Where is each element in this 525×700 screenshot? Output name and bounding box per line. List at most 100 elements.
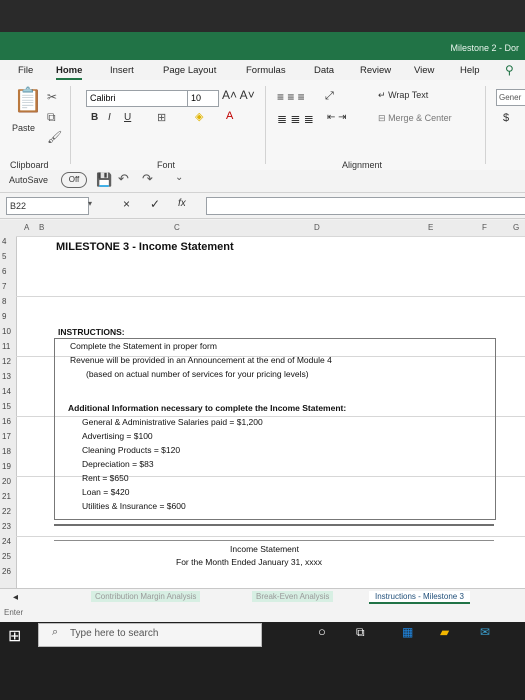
row-header[interactable]: 11	[2, 342, 10, 351]
fx-icon[interactable]: fx	[178, 198, 186, 209]
wrap-text-button[interactable]: ↵ Wrap Text	[378, 90, 428, 101]
tab-review[interactable]: Review	[360, 65, 391, 76]
row-header[interactable]: 7	[2, 282, 6, 291]
title-bar: Milestone 2 - Dor	[0, 32, 525, 60]
row-header[interactable]: 12	[2, 357, 11, 366]
row-header[interactable]: 25	[2, 552, 11, 561]
row-header[interactable]: 4	[2, 237, 6, 246]
row-header[interactable]: 26	[2, 567, 11, 576]
name-box-dropdown-icon[interactable]: ▾	[88, 199, 92, 208]
number-format-box[interactable]: Gener	[496, 89, 525, 106]
italic-icon[interactable]: I	[108, 112, 111, 123]
enter-icon[interactable]: ✓	[150, 197, 160, 211]
row-header[interactable]: 22	[2, 507, 11, 516]
paste-icon[interactable]: 📋	[13, 86, 43, 115]
row-header[interactable]: 14	[2, 387, 11, 396]
additional-info-header: Additional Information necessary to comp…	[68, 403, 347, 413]
cortana-icon[interactable]: ○	[318, 624, 326, 639]
file-explorer-icon[interactable]: ▰	[440, 625, 449, 639]
sheet-tabs-bar: ◂ Contribution Margin Analysis Break-Eve…	[0, 588, 525, 607]
windows-start-icon[interactable]: ⊞	[8, 626, 21, 646]
grow-font-icon[interactable]: A˄ A˅	[222, 88, 255, 102]
statement-title: Income Statement	[230, 544, 299, 554]
copy-icon[interactable]: ⧉	[47, 110, 56, 125]
currency-icon[interactable]: $	[503, 112, 509, 124]
instructions-line: Revenue will be provided in an Announcem…	[70, 355, 332, 365]
row-header[interactable]: 18	[2, 447, 11, 456]
row-header[interactable]: 5	[2, 252, 6, 261]
font-size-box[interactable]: 10	[187, 90, 219, 107]
autosave-toggle[interactable]: Off	[61, 172, 87, 188]
ribbon: 📋 Paste ✂ ⧉ 🖌 Calibri 10 A˄ A˅ B I U ⊞ ◈…	[0, 80, 525, 171]
row-header[interactable]: 9	[2, 312, 6, 321]
column-header[interactable]: E	[428, 223, 433, 232]
instructions-header: INSTRUCTIONS:	[58, 327, 125, 337]
font-name-box[interactable]: Calibri	[86, 90, 189, 107]
tab-file[interactable]: File	[18, 65, 33, 76]
customize-toolbar-icon[interactable]: ⌄	[175, 172, 183, 183]
lightbulb-icon[interactable]: ⚲	[505, 63, 514, 77]
row-header[interactable]: 16	[2, 417, 11, 426]
row-header[interactable]: 15	[2, 402, 11, 411]
tab-formulas[interactable]: Formulas	[246, 65, 286, 76]
row-header[interactable]: 23	[2, 522, 11, 531]
formula-input[interactable]	[206, 197, 525, 215]
column-header[interactable]: F	[482, 223, 487, 232]
row-header[interactable]: 13	[2, 372, 11, 381]
column-header[interactable]: C	[174, 223, 180, 232]
merge-center-button[interactable]: ⊟ Merge & Center	[378, 113, 452, 124]
indent-icon[interactable]: ⇤ ⇥	[327, 112, 347, 123]
redo-icon[interactable]: ↷	[142, 171, 153, 187]
row-header[interactable]: 19	[2, 462, 11, 471]
row-header[interactable]: 20	[2, 477, 11, 486]
active-sheet-tab[interactable]: Instructions - Milestone 3	[369, 591, 470, 604]
orientation-icon[interactable]: ⤢	[325, 90, 334, 103]
expense-item: Utilities & Insurance = $600	[82, 501, 186, 511]
column-header[interactable]: A	[24, 223, 29, 232]
paste-label: Paste	[12, 123, 36, 133]
row-header[interactable]: 10	[2, 327, 11, 336]
bold-icon[interactable]: B	[91, 112, 98, 123]
window-title: Milestone 2 - Dor	[450, 43, 519, 53]
undo-icon[interactable]: ↶	[118, 171, 129, 187]
sheet-tab[interactable]: Contribution Margin Analysis	[91, 591, 201, 602]
taskbar: ⊞ ⌕ Type here to search ○ ⧉ ▦ ▰ ✉	[0, 622, 525, 700]
cut-icon[interactable]: ✂	[47, 90, 57, 104]
save-icon[interactable]: 💾	[96, 172, 112, 188]
name-box[interactable]: B22	[6, 197, 89, 215]
format-painter-icon[interactable]: 🖌	[47, 130, 62, 144]
align-left-icon[interactable]: ≣ ≣ ≣	[277, 112, 314, 126]
tab-data[interactable]: Data	[314, 65, 334, 76]
font-color-icon[interactable]: A	[226, 110, 233, 122]
sheet-scroll-left-icon[interactable]: ◂	[13, 592, 18, 603]
row-header[interactable]: 17	[2, 432, 11, 441]
cancel-icon[interactable]: ×	[123, 197, 130, 211]
row-header[interactable]: 24	[2, 537, 11, 546]
underline-icon[interactable]: U	[124, 112, 131, 123]
column-header[interactable]: B	[39, 223, 44, 232]
tab-insert[interactable]: Insert	[110, 65, 134, 76]
mail-icon[interactable]: ✉	[480, 625, 490, 639]
task-view-icon[interactable]: ⧉	[356, 625, 365, 640]
align-top-icon[interactable]: ≡ ≡ ≡	[277, 90, 305, 104]
row-header[interactable]: 6	[2, 267, 6, 276]
column-header[interactable]: G	[513, 223, 519, 232]
worksheet-grid[interactable]: A B C D E F G 4 5 6 7 8 9 10 11 12 13 14	[0, 220, 525, 588]
column-header[interactable]: D	[314, 223, 320, 232]
tab-page-layout[interactable]: Page Layout	[163, 65, 216, 76]
sheet-tab[interactable]: Break-Even Analysis	[252, 591, 334, 602]
font-label: Font	[157, 160, 176, 170]
row-header[interactable]: 21	[2, 492, 11, 501]
tab-view[interactable]: View	[414, 65, 434, 76]
row-header[interactable]: 8	[2, 297, 6, 306]
borders-icon[interactable]: ⊞	[157, 111, 166, 124]
column-headers: A B C D E F G	[0, 220, 525, 237]
autosave-label: AutoSave	[9, 175, 49, 185]
status-mode: Enter	[4, 608, 24, 617]
store-icon[interactable]: ▦	[402, 625, 413, 639]
fill-color-icon[interactable]: ◈	[195, 110, 203, 123]
tab-home[interactable]: Home	[56, 65, 83, 80]
separator	[485, 86, 486, 164]
tab-help[interactable]: Help	[460, 65, 480, 76]
clipboard-label: Clipboard	[10, 160, 49, 170]
